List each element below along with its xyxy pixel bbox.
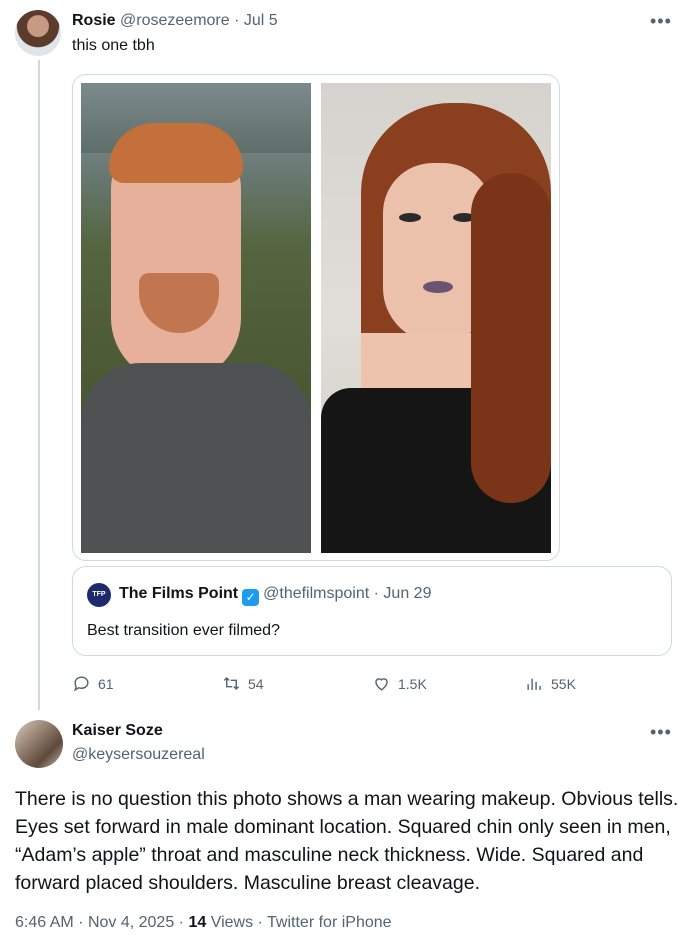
separator: · <box>234 12 240 29</box>
separator: · <box>257 914 263 931</box>
reply-date[interactable]: Nov 4, 2025 <box>88 914 174 931</box>
reply-button[interactable]: 61 <box>72 674 114 693</box>
quoted-text: Best transition ever filmed? <box>87 622 280 639</box>
photo-left[interactable] <box>81 83 311 553</box>
reply-time[interactable]: 6:46 AM <box>15 914 74 931</box>
separator: · <box>178 914 184 931</box>
tweet-date[interactable]: Jul 5 <box>244 12 278 29</box>
like-button[interactable]: 1.5K <box>372 674 427 693</box>
more-options-icon[interactable]: ••• <box>650 723 672 741</box>
reply-icon <box>73 676 89 692</box>
separator: · <box>373 585 379 602</box>
like-count: 1.5K <box>398 675 427 692</box>
action-bar: 61 54 1.5K 55K <box>72 674 672 696</box>
media-container[interactable] <box>72 74 560 561</box>
separator: · <box>78 914 84 931</box>
reply-count: 61 <box>98 675 114 692</box>
views-label: Views <box>210 914 254 931</box>
quoted-tweet-card[interactable]: TFP The Films Point ✓ @thefilmspoint · Jun… <box>72 566 672 656</box>
author-name[interactable]: Rosie <box>72 12 116 29</box>
quoted-header: The Films Point ✓ @thefilmspoint · Jun 29 <box>119 585 431 606</box>
source-label[interactable]: Twitter for iPhone <box>267 914 392 931</box>
quoted-author-name: The Films Point <box>119 585 239 602</box>
reply-author-name[interactable]: Kaiser Soze <box>72 722 163 740</box>
retweet-count: 54 <box>248 675 264 692</box>
views-count: 55K <box>551 675 576 692</box>
avatar[interactable] <box>15 720 63 768</box>
views-button[interactable]: 55K <box>525 674 576 693</box>
heart-icon <box>375 678 388 691</box>
avatar[interactable] <box>15 10 61 56</box>
quoted-avatar-logo: TFP <box>87 583 111 607</box>
tweet-header: Rosie @rosezeemore · Jul 5 <box>72 12 278 30</box>
photo-right[interactable] <box>321 83 551 553</box>
reply-meta: 6:46 AM · Nov 4, 2025 · 14 Views · Twitt… <box>15 914 392 932</box>
retweet-icon <box>223 676 240 691</box>
verified-badge-icon: ✓ <box>242 589 260 606</box>
quoted-author-handle: @thefilmspoint <box>263 585 370 602</box>
retweet-button[interactable]: 54 <box>222 674 264 693</box>
reply-text: There is no question this photo shows a … <box>15 788 679 894</box>
more-options-icon[interactable]: ••• <box>650 12 672 30</box>
quoted-date: Jun 29 <box>383 585 432 602</box>
views-number: 14 <box>188 914 207 931</box>
analytics-icon <box>527 678 541 690</box>
author-handle[interactable]: @rosezeemore <box>120 12 230 29</box>
reply-author-handle[interactable]: @keysersouzereal <box>72 746 205 764</box>
thread-connector-line <box>38 60 40 710</box>
tweet-text: this one tbh <box>72 37 155 54</box>
